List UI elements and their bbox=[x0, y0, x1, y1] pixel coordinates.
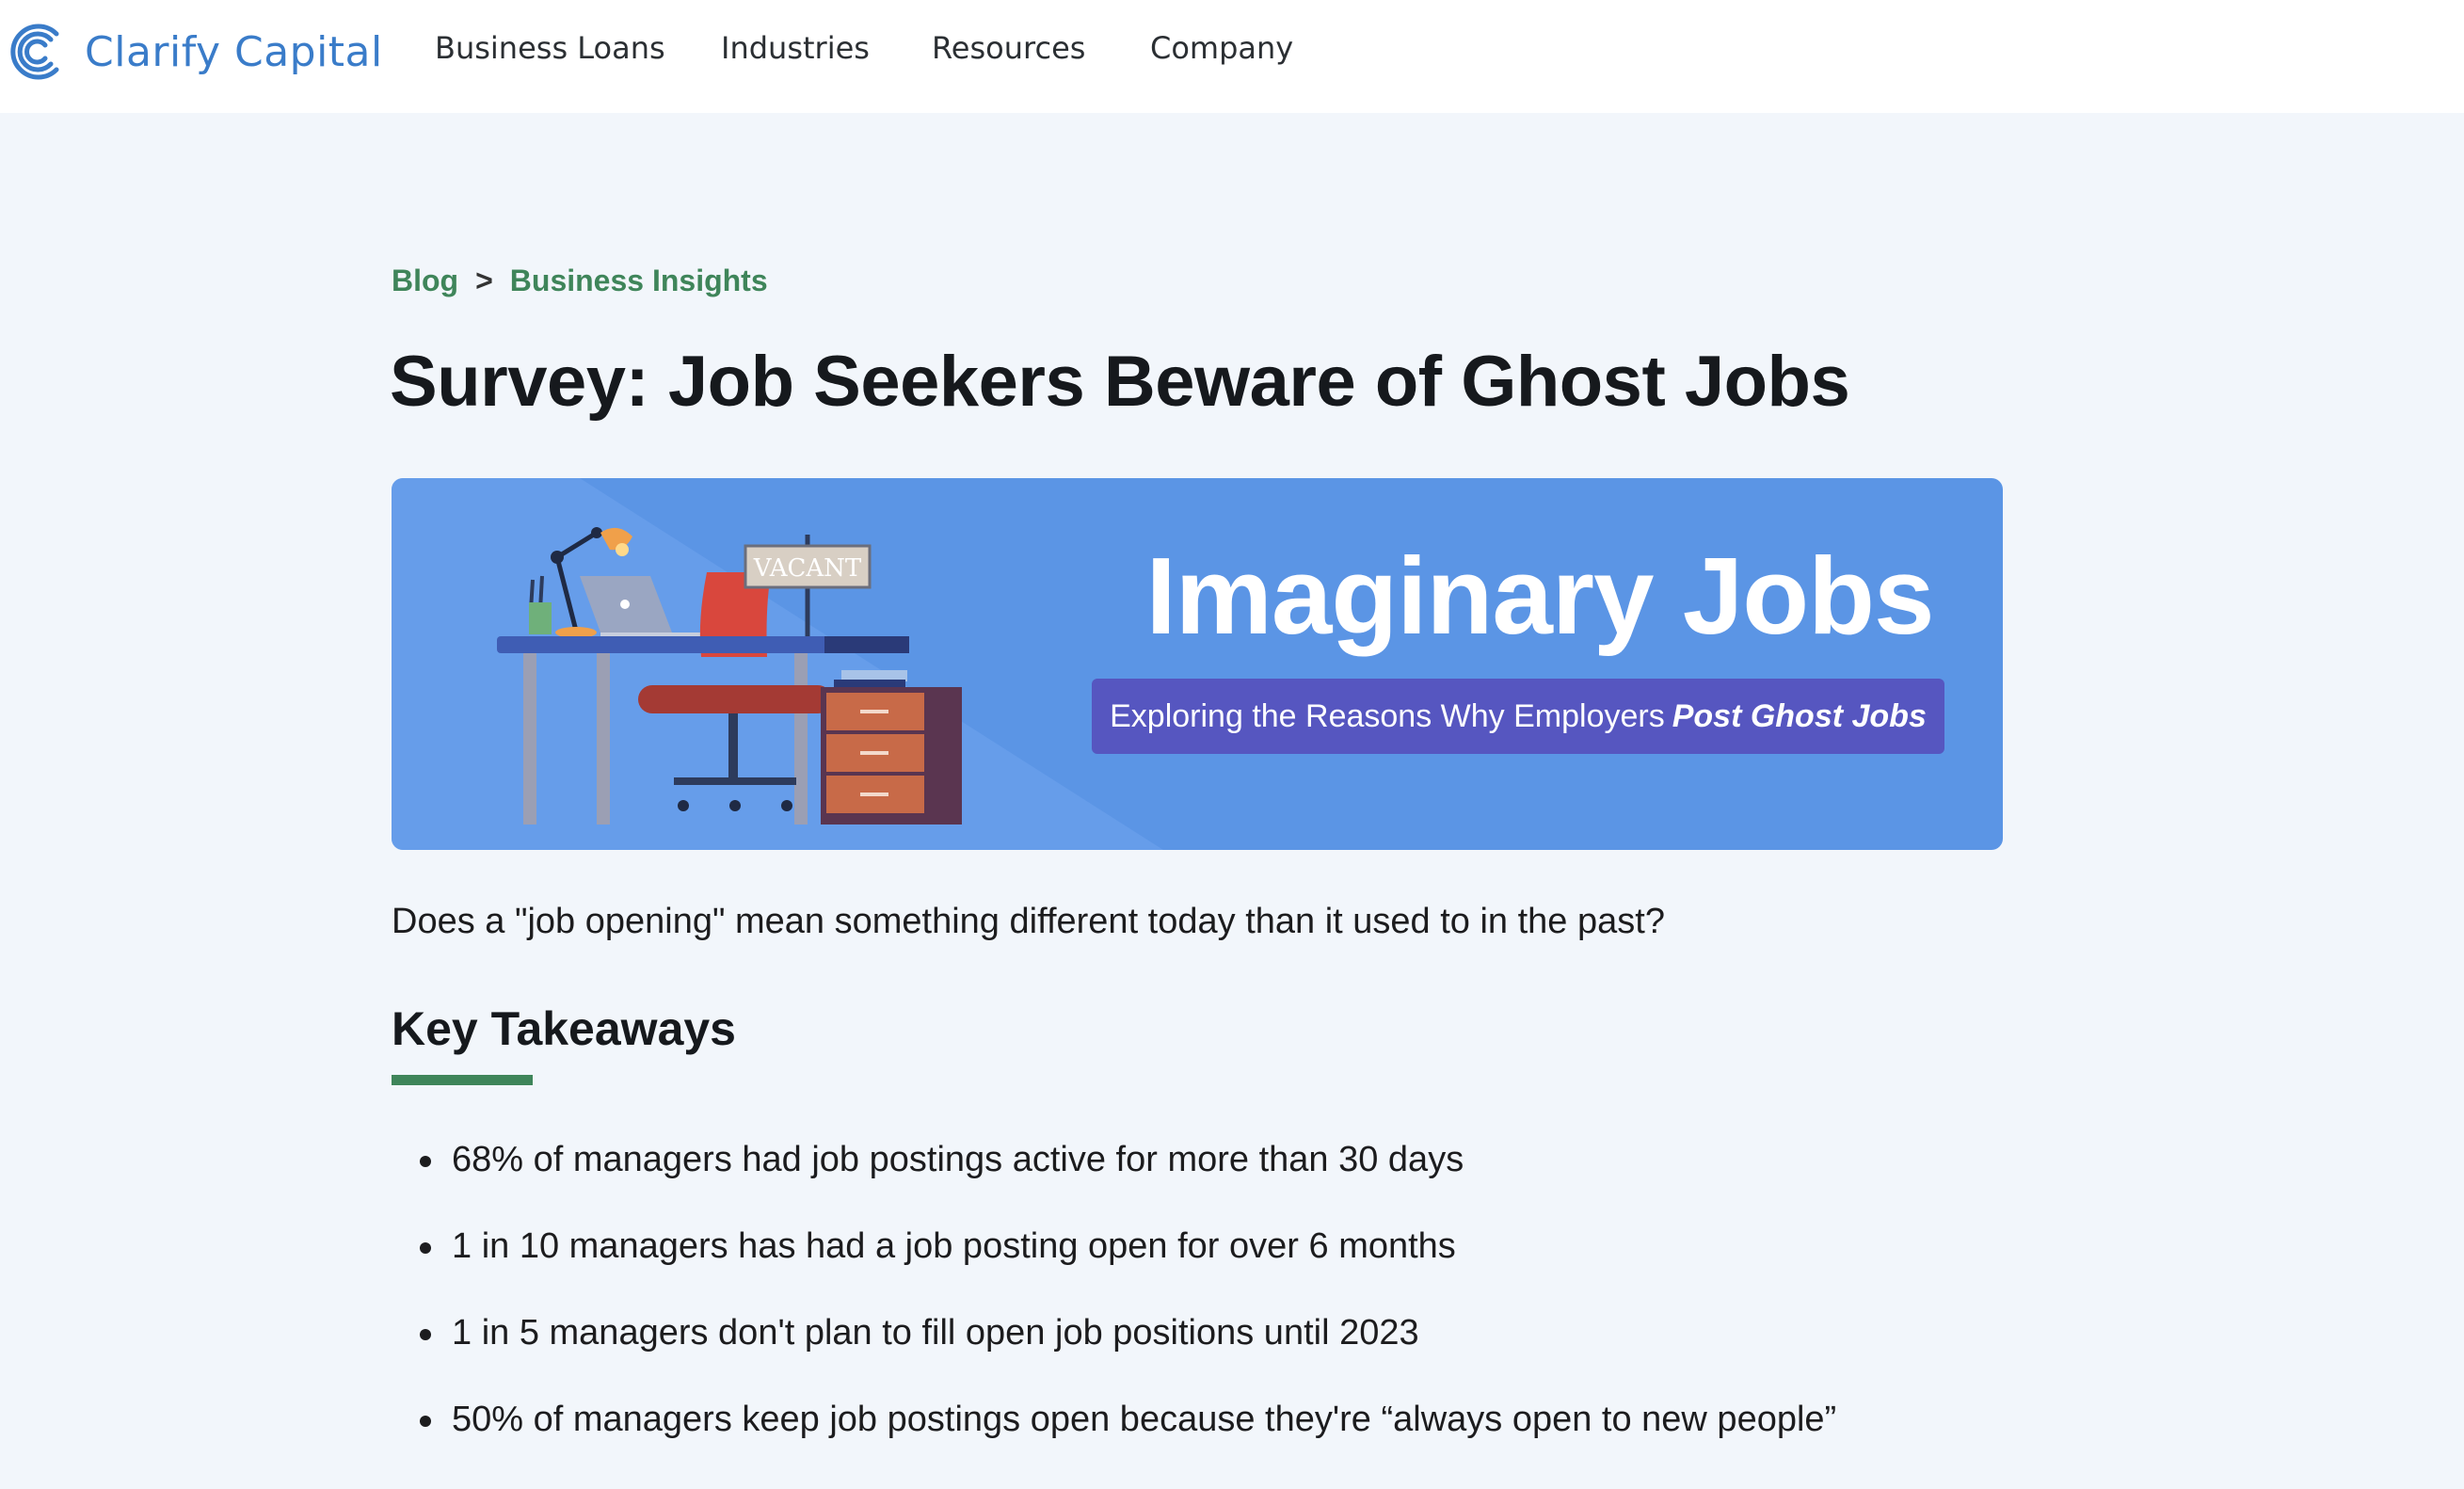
breadcrumb-blog[interactable]: Blog bbox=[392, 264, 458, 298]
nav-industries[interactable]: Industries bbox=[721, 30, 870, 66]
hero-subtitle-text: Exploring the Reasons Why Employers bbox=[1110, 697, 1665, 734]
list-item: 1 in 10 managers has had a job posting o… bbox=[392, 1218, 1836, 1305]
nav-resources[interactable]: Resources bbox=[932, 30, 1085, 66]
vacant-sign-text: VACANT bbox=[753, 554, 862, 583]
list-item: 1 in 5 managers don't plan to fill open … bbox=[392, 1305, 1836, 1391]
brand-name: Clarify Capital bbox=[85, 27, 383, 76]
nav-business-loans[interactable]: Business Loans bbox=[435, 30, 665, 66]
hero-subtitle-emphasis: Post Ghost Jobs bbox=[1672, 697, 1927, 734]
breadcrumb: Blog > Business Insights bbox=[392, 264, 768, 298]
key-takeaways-heading: Key Takeaways bbox=[392, 1002, 736, 1055]
list-item: 50% of managers keep job postings open b… bbox=[392, 1391, 1836, 1478]
hero-title: Imaginary Jobs bbox=[1145, 535, 1935, 657]
brand-logo-link[interactable]: Clarify Capital bbox=[8, 21, 383, 83]
hero-subtitle-badge: Exploring the Reasons Why Employers Post… bbox=[1092, 679, 1944, 754]
page-title: Survey: Job Seekers Beware of Ghost Jobs bbox=[390, 342, 1850, 422]
drawer-cabinet-icon bbox=[821, 687, 962, 825]
top-navigation: Clarify Capital Business Loans Industrie… bbox=[0, 0, 2464, 113]
article-lede: Does a "job opening" mean something diff… bbox=[392, 902, 1665, 941]
key-takeaways-list: 68% of managers had job postings active … bbox=[392, 1131, 1836, 1478]
chair-seat-icon bbox=[638, 685, 832, 713]
list-item: 68% of managers had job postings active … bbox=[392, 1131, 1836, 1218]
hero-banner: VACANT Imaginary Jobs Exploring the Reas… bbox=[392, 478, 2003, 850]
breadcrumb-separator: > bbox=[475, 264, 493, 297]
heading-underline bbox=[392, 1075, 533, 1085]
nav-company[interactable]: Company bbox=[1150, 30, 1293, 66]
clarify-logo-icon bbox=[10, 24, 59, 80]
breadcrumb-business-insights[interactable]: Business Insights bbox=[510, 264, 768, 298]
